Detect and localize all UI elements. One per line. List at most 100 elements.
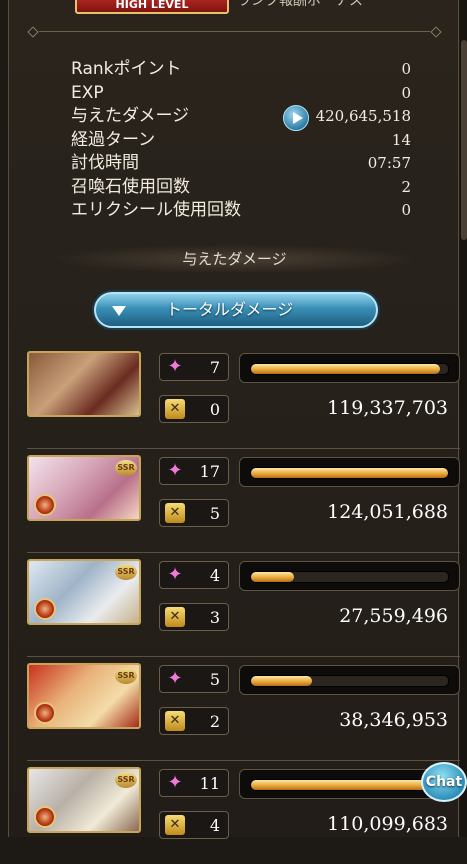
divider-right-ornament bbox=[430, 26, 442, 38]
charge-attack-chip: ✕ 4 bbox=[159, 811, 229, 839]
character-portrait[interactable]: SSR bbox=[27, 663, 141, 729]
stat-value: 420,645,518 bbox=[315, 107, 411, 125]
character-portrait[interactable]: SSR bbox=[27, 455, 141, 521]
damage-bar bbox=[239, 353, 460, 383]
damage-type-dropdown[interactable]: トータルダメージ bbox=[94, 292, 378, 328]
ssr-badge: SSR bbox=[115, 564, 137, 580]
damage-value: 27,559,496 bbox=[339, 605, 448, 627]
triangle-down-icon bbox=[112, 306, 126, 316]
stat-label: EXP bbox=[71, 82, 104, 103]
character-portrait[interactable]: SSR bbox=[27, 559, 141, 625]
damage-bar-fill bbox=[251, 780, 427, 790]
charge-attack-chip: ✕ 2 bbox=[159, 707, 229, 735]
banner-text: ランク報酬ボーナス bbox=[237, 0, 363, 9]
ornament-divider bbox=[27, 26, 442, 38]
skill-count-chip: ✦ 4 bbox=[159, 561, 229, 589]
skill-count-chip: ✦ 11 bbox=[159, 769, 229, 797]
damage-value: 38,346,953 bbox=[339, 709, 448, 731]
fire-element-icon bbox=[34, 806, 56, 828]
skill-count: 4 bbox=[209, 566, 220, 585]
charge-attack-icon: ✕ bbox=[165, 711, 185, 731]
ssr-badge: SSR bbox=[115, 460, 137, 476]
damage-value: 124,051,688 bbox=[327, 501, 448, 523]
charge-attack-chip: ✕ 3 bbox=[159, 603, 229, 631]
member-row: SSR ✦ 5 ✕ 2 38,346,953 bbox=[27, 657, 460, 761]
scrollbar-thumb[interactable] bbox=[461, 40, 467, 240]
damage-bar bbox=[239, 457, 460, 487]
skill-sparkle-icon: ✦ bbox=[167, 668, 183, 689]
stat-value: 2 bbox=[401, 177, 411, 196]
damage-value: 110,099,683 bbox=[327, 813, 448, 835]
character-portrait[interactable] bbox=[27, 351, 141, 417]
damage-bar-fill bbox=[251, 572, 295, 582]
section-title: 与えたダメージ bbox=[49, 244, 420, 274]
stat-time: 討伐時間 07:57 bbox=[71, 152, 411, 176]
damage-bar-fill bbox=[251, 468, 448, 478]
damage-bar-fill bbox=[251, 364, 441, 374]
stat-value: 0 bbox=[401, 201, 411, 219]
damage-bar bbox=[239, 561, 460, 591]
chat-button[interactable]: Chat bbox=[421, 762, 467, 802]
ssr-badge: SSR bbox=[115, 668, 137, 684]
stat-label: 召喚石使用回数 bbox=[71, 176, 190, 197]
skill-sparkle-icon: ✦ bbox=[167, 460, 183, 481]
scrollbar[interactable] bbox=[460, 0, 467, 837]
stat-label: Rankポイント bbox=[71, 59, 182, 79]
fire-element-icon bbox=[34, 494, 56, 516]
result-stats: Rankポイント 0 EXP 0 与えたダメージ 420,645,518 経過タ… bbox=[71, 58, 411, 223]
member-row: SSR ✦ 11 ✕ 4 110,099,683 bbox=[27, 761, 460, 864]
result-panel: HIGH LEVEL ランク報酬ボーナス Rankポイント 0 EXP 0 与え… bbox=[8, 0, 460, 839]
stat-turns: 経過ターン 14 bbox=[71, 129, 411, 153]
stat-value: 0 bbox=[401, 83, 411, 102]
stat-value: 0 bbox=[401, 60, 411, 78]
charge-attack-count: 4 bbox=[209, 816, 220, 835]
skill-count: 5 bbox=[209, 670, 220, 689]
damage-value: 119,337,703 bbox=[327, 397, 448, 419]
member-list: ✦ 7 ✕ 0 119,337,703 SSR ✦ 17 ✕ 5 124,051… bbox=[27, 345, 460, 864]
stat-damage-dealt: 与えたダメージ 420,645,518 bbox=[71, 105, 411, 131]
skill-sparkle-icon: ✦ bbox=[167, 772, 183, 793]
charge-attack-icon: ✕ bbox=[165, 607, 185, 627]
stat-summon-uses: 召喚石使用回数 2 bbox=[71, 176, 411, 200]
play-icon[interactable] bbox=[283, 105, 309, 131]
skill-count-chip: ✦ 7 bbox=[159, 353, 229, 381]
dropdown-label: トータルダメージ bbox=[166, 300, 294, 319]
charge-attack-chip: ✕ 5 bbox=[159, 499, 229, 527]
stat-label: 経過ターン bbox=[71, 129, 156, 150]
charge-attack-icon: ✕ bbox=[165, 503, 185, 523]
stat-label: 討伐時間 bbox=[71, 153, 139, 173]
ssr-badge: SSR bbox=[115, 772, 137, 788]
charge-attack-icon: ✕ bbox=[165, 815, 185, 835]
fire-element-icon bbox=[34, 598, 56, 620]
damage-bar bbox=[239, 665, 460, 695]
stat-label: 与えたダメージ bbox=[71, 106, 190, 126]
charge-attack-count: 2 bbox=[209, 712, 220, 731]
stat-exp: EXP 0 bbox=[71, 82, 411, 106]
stat-elixir-uses: エリクシール使用回数 0 bbox=[71, 199, 411, 223]
divider-left-ornament bbox=[27, 26, 39, 38]
charge-attack-chip: ✕ 0 bbox=[159, 395, 229, 423]
divider-line bbox=[39, 31, 430, 32]
high-level-badge: HIGH LEVEL bbox=[75, 0, 229, 14]
skill-sparkle-icon: ✦ bbox=[167, 564, 183, 585]
skill-count: 11 bbox=[199, 774, 220, 793]
charge-attack-count: 3 bbox=[209, 608, 220, 627]
charge-attack-count: 0 bbox=[209, 400, 220, 419]
skill-count: 7 bbox=[209, 358, 220, 377]
character-portrait[interactable]: SSR bbox=[27, 767, 141, 833]
member-row: SSR ✦ 17 ✕ 5 124,051,688 bbox=[27, 449, 460, 553]
charge-attack-icon: ✕ bbox=[165, 399, 185, 419]
member-row: ✦ 7 ✕ 0 119,337,703 bbox=[27, 345, 460, 449]
stat-rank-points: Rankポイント 0 bbox=[71, 58, 411, 82]
stat-value: 07:57 bbox=[367, 154, 411, 172]
stat-label: エリクシール使用回数 bbox=[71, 200, 241, 220]
skill-count: 17 bbox=[199, 462, 220, 481]
member-row: SSR ✦ 4 ✕ 3 27,559,496 bbox=[27, 553, 460, 657]
skill-count-chip: ✦ 5 bbox=[159, 665, 229, 693]
fire-element-icon bbox=[34, 702, 56, 724]
top-banner: HIGH LEVEL ランク報酬ボーナス bbox=[9, 0, 460, 14]
stat-value: 14 bbox=[391, 130, 411, 149]
skill-sparkle-icon: ✦ bbox=[167, 356, 183, 377]
skill-count-chip: ✦ 17 bbox=[159, 457, 229, 485]
damage-bar-fill bbox=[251, 676, 313, 686]
